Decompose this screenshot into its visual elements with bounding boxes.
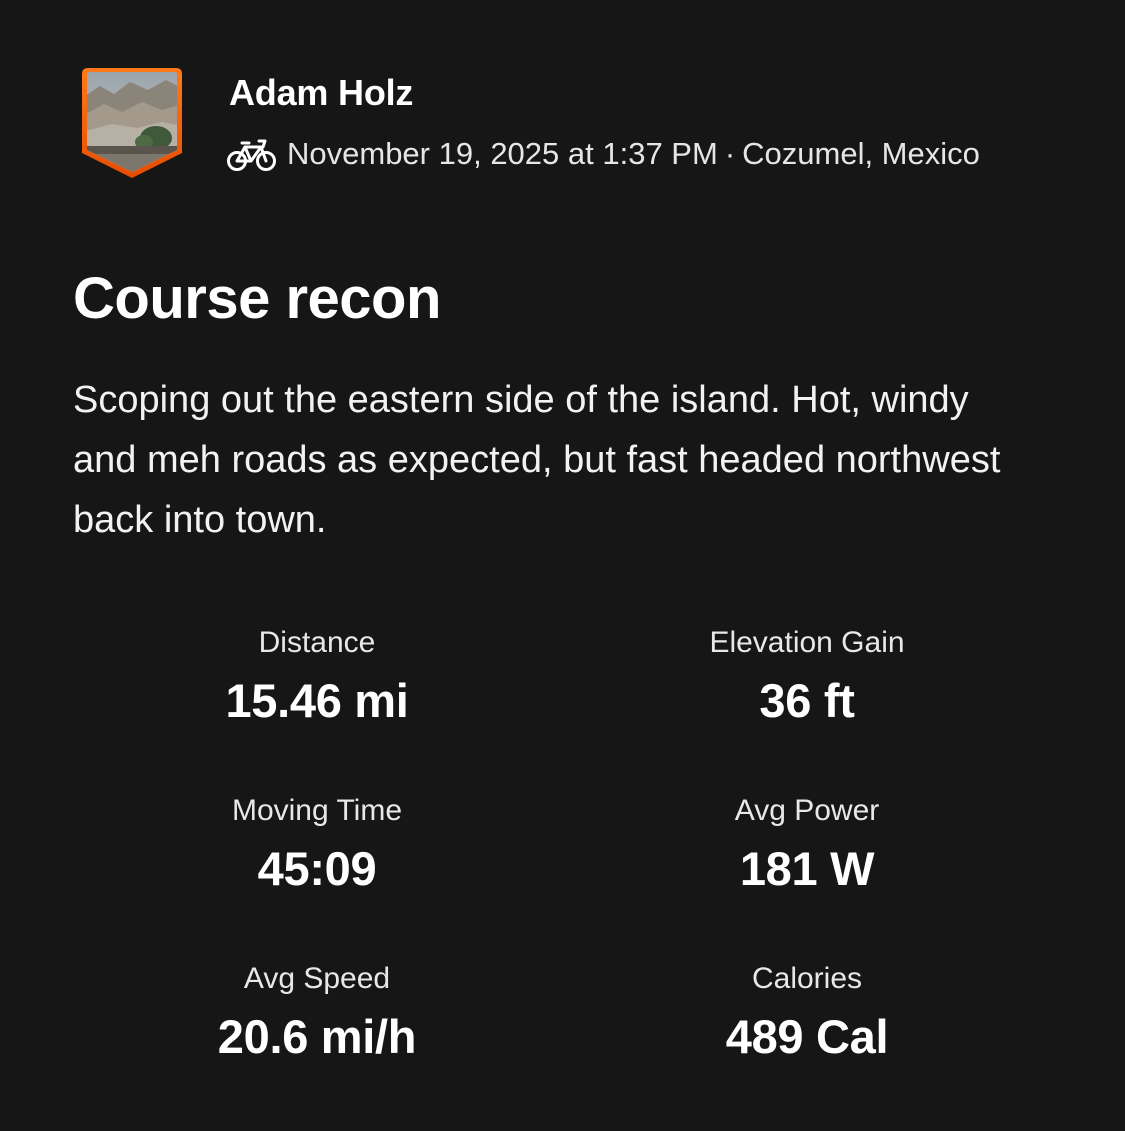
stat-distance: Distance 15.46 mi <box>107 625 527 729</box>
stat-value: 489 Cal <box>725 1010 889 1063</box>
stat-avg-power: Avg Power 181 W <box>597 793 1017 897</box>
stat-elevation-gain: Elevation Gain 36 ft <box>597 625 1017 729</box>
stat-calories: Calories 489 Cal <box>597 961 1017 1065</box>
stat-label: Avg Speed <box>243 962 391 995</box>
stat-value: 20.6 mi/h <box>217 1010 417 1063</box>
stat-avg-speed: Avg Speed 20.6 mi/h <box>107 961 527 1065</box>
activity-meta: November 19, 2025 at 1:37 PM · Cozumel, … <box>227 134 980 174</box>
profile-photo-badge-icon <box>82 68 182 178</box>
meta-separator: · <box>724 136 736 171</box>
stat-label: Avg Power <box>734 794 880 827</box>
stat-moving-time: Moving Time 45:09 <box>107 793 527 897</box>
stat-label: Distance <box>258 626 376 659</box>
athlete-name[interactable]: Adam Holz <box>229 72 413 114</box>
stat-label: Calories <box>751 962 863 995</box>
stat-value: 15.46 mi <box>225 674 409 727</box>
avatar[interactable] <box>82 68 182 178</box>
stat-label: Moving Time <box>231 794 403 827</box>
activity-description: Scoping out the eastern side of the isla… <box>73 379 1001 541</box>
activity-date: November 19, 2025 at 1:37 PM <box>287 136 718 171</box>
stat-value: 181 W <box>739 842 875 895</box>
activity-location: Cozumel, Mexico <box>742 136 980 171</box>
stat-value: 45:09 <box>257 842 377 895</box>
stat-value: 36 ft <box>759 674 855 727</box>
stat-label: Elevation Gain <box>709 626 905 659</box>
bike-icon <box>227 139 276 171</box>
activity-title[interactable]: Course recon <box>73 264 441 334</box>
